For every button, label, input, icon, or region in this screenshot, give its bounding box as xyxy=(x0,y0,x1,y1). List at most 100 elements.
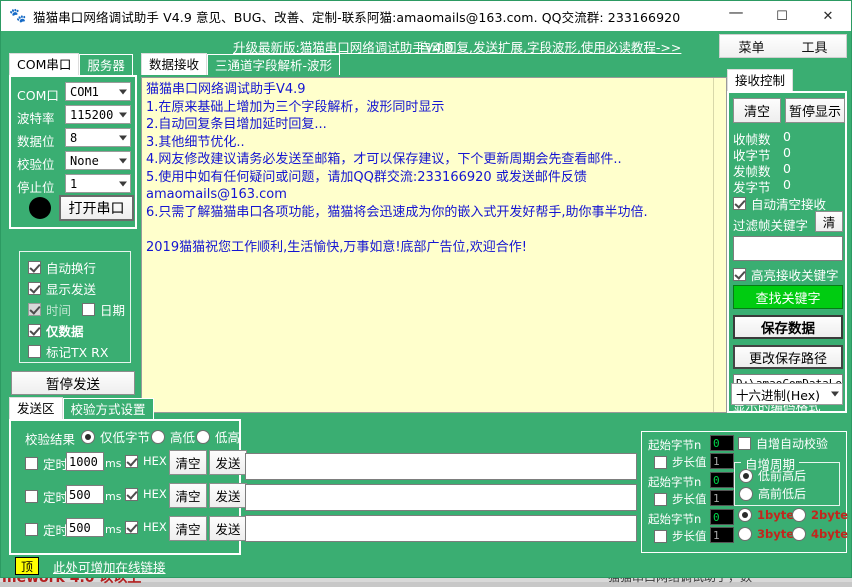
tab-com-serial[interactable]: COM串口 xyxy=(9,53,80,75)
tab-send-area[interactable]: 发送区 xyxy=(9,397,63,419)
radio-low-byte-only[interactable]: 仅低字节 xyxy=(81,427,150,446)
menu-button[interactable]: 菜单 xyxy=(720,37,783,56)
checkbox-hex-3[interactable]: HEX xyxy=(125,520,167,534)
timer-interval-input-3[interactable]: 500 xyxy=(66,518,104,537)
filter-keyword-input[interactable] xyxy=(733,236,843,261)
checkbox-show-send[interactable]: 显示发送 xyxy=(28,279,96,298)
timer-interval-input-1[interactable]: 1000 xyxy=(66,452,104,471)
checkbox-timer-3[interactable]: 定时 xyxy=(25,520,68,539)
radio-dot xyxy=(151,429,165,444)
data-bits-value: 8 xyxy=(70,130,78,145)
tools-button[interactable]: 工具 xyxy=(783,37,846,56)
checkbox-label: 时间 xyxy=(46,303,72,318)
receive-text-content: 猫猫串口网络调试助手V4.9 1.在原来基础上增加为三个字段解析，波形同时显示 … xyxy=(146,82,648,255)
send-text-input-1[interactable] xyxy=(245,453,637,480)
radio-high-first-low-last[interactable]: 高前低后 xyxy=(739,485,806,502)
start-byte-input-3[interactable]: 0 xyxy=(710,509,734,525)
checkbox-timer-2[interactable]: 定时 xyxy=(25,487,68,506)
checkbox-auto-increment-verify[interactable]: 自增自动校验 xyxy=(738,435,828,452)
checkbox-step-3[interactable]: 步长值 xyxy=(654,528,707,544)
maximize-button[interactable]: ☐ xyxy=(759,1,805,31)
radio-3byte[interactable]: 3byte xyxy=(738,527,794,541)
clear-send-button-3[interactable]: 清空 xyxy=(169,516,207,541)
checkbox-time[interactable]: 时间 xyxy=(28,300,71,319)
checkbox-mark-tx-rx[interactable]: 标记TX RX xyxy=(28,342,108,361)
top-chip-button[interactable]: 顶 xyxy=(15,557,39,575)
send-button-2[interactable]: 发送 xyxy=(209,483,247,508)
com-port-select[interactable]: COM1 xyxy=(65,82,131,101)
radio-high-low[interactable]: 高低 xyxy=(151,427,195,446)
paw-icon: 🐾 xyxy=(9,8,27,24)
minimize-button[interactable]: — xyxy=(713,1,759,31)
tutorial-link[interactable]: 自动回复,发送扩展,字段波形,使用必读教程->> xyxy=(419,37,681,56)
clear-receive-button[interactable]: 清空 xyxy=(733,98,781,123)
checkbox-label: 仅数据 xyxy=(46,324,84,339)
checkbox-auto-wrap[interactable]: 自动换行 xyxy=(28,258,96,277)
pause-send-button[interactable]: 暂停发送 xyxy=(11,371,135,395)
radio-low-high[interactable]: 低高 xyxy=(196,427,240,446)
checkbox-hex-1[interactable]: HEX xyxy=(125,454,167,468)
label-com-port: COM口 xyxy=(17,88,59,103)
radio-dot xyxy=(792,508,806,522)
label-data-bits: 数据位 xyxy=(17,134,55,149)
label-stop-bits: 停止位 xyxy=(17,180,55,195)
step-value-input-2[interactable]: 1 xyxy=(710,490,734,506)
send-button-3[interactable]: 发送 xyxy=(209,516,247,541)
checkbox-timer-1[interactable]: 定时 xyxy=(25,454,68,473)
receive-text-area[interactable]: 猫猫串口网络调试助手V4.9 1.在原来基础上增加为三个字段解析，波形同时显示 … xyxy=(141,77,727,413)
clear-send-button-1[interactable]: 清空 xyxy=(169,450,207,475)
tab-server[interactable]: 服务器 xyxy=(79,54,133,75)
checkbox-hex-2[interactable]: HEX xyxy=(125,487,167,501)
send-button-1[interactable]: 发送 xyxy=(209,450,247,475)
parity-select[interactable]: None xyxy=(65,151,131,170)
display-encoding-select[interactable]: 十六进制(Hex) xyxy=(731,383,843,405)
com-port-value: COM1 xyxy=(70,84,99,99)
timer-interval-input-2[interactable]: 500 xyxy=(66,485,104,504)
start-byte-input-1[interactable]: 0 xyxy=(710,435,734,451)
checkbox-data-only[interactable]: 仅数据 xyxy=(28,321,84,340)
stop-bits-select[interactable]: 1 xyxy=(65,174,131,193)
send-text-input-3[interactable] xyxy=(245,515,637,542)
checkbox-step-1[interactable]: 步长值 xyxy=(654,454,707,470)
radio-low-first-high-last[interactable]: 低前高后 xyxy=(739,467,806,484)
tab-checksum-settings[interactable]: 校验方式设置 xyxy=(62,398,154,419)
start-byte-input-2[interactable]: 0 xyxy=(710,472,734,488)
checkbox-label: 自增自动校验 xyxy=(756,437,829,451)
open-serial-port-button[interactable]: 打开串口 xyxy=(59,195,134,221)
radio-dot xyxy=(792,527,806,541)
step-value-input-3[interactable]: 1 xyxy=(710,527,734,543)
find-keyword-button[interactable]: 查找关键字 xyxy=(733,285,843,309)
send-text-input-2[interactable] xyxy=(245,484,637,511)
checkbox-auto-clear-receive[interactable]: 自动清空接收 xyxy=(733,194,826,213)
radio-2byte[interactable]: 2byte xyxy=(792,508,848,522)
save-data-button[interactable]: 保存数据 xyxy=(733,315,843,339)
tab-three-channel-waveform[interactable]: 三通道字段解析-波形 xyxy=(207,54,341,75)
increment-period-group: 自增周期 低前高后 高前低后 xyxy=(734,454,840,506)
change-save-path-button[interactable]: 更改保存路径 xyxy=(733,345,843,369)
pause-display-button[interactable]: 暂停显示 xyxy=(785,98,845,123)
filter-clear-button[interactable]: 清 xyxy=(815,211,843,232)
close-button[interactable]: ✕ xyxy=(805,1,851,31)
checkbox-step-2[interactable]: 步长值 xyxy=(654,491,707,507)
radio-label: 1byte xyxy=(757,508,795,522)
radio-1byte[interactable]: 1byte xyxy=(738,508,794,522)
checkbox-box xyxy=(82,303,95,316)
checkbox-box xyxy=(738,437,751,450)
data-bits-select[interactable]: 8 xyxy=(65,128,131,147)
send-area-tabstrip: 发送区 校验方式设置 xyxy=(9,397,154,419)
radio-label: 高低 xyxy=(170,430,196,445)
checkbox-date[interactable]: 日期 xyxy=(82,300,125,319)
receive-scrollbar[interactable] xyxy=(713,78,726,412)
display-options-group: 自动换行 显示发送 时间 日期 仅数据 标记TX RX xyxy=(19,251,131,363)
connection-panel: COM口 波特率 数据位 校验位 停止位 COM1 115200 8 None … xyxy=(9,75,137,229)
tab-receive-control[interactable]: 接收控制 xyxy=(727,69,794,91)
online-link[interactable]: 此处可增加在线链接 xyxy=(53,557,166,576)
checkbox-highlight-keyword[interactable]: 高亮接收关键字 xyxy=(733,265,839,284)
label-unit-ms-1: ms xyxy=(105,457,122,470)
application-window: 🐾 猫猫串口网络调试助手 V4.9 意见、BUG、改善、定制-联系阿猫:amao… xyxy=(0,0,852,578)
clear-send-button-2[interactable]: 清空 xyxy=(169,483,207,508)
step-value-input-1[interactable]: 1 xyxy=(710,453,734,469)
radio-4byte[interactable]: 4byte xyxy=(792,527,848,541)
tab-data-receive[interactable]: 数据接收 xyxy=(141,53,208,75)
baud-rate-select[interactable]: 115200 xyxy=(65,105,131,124)
